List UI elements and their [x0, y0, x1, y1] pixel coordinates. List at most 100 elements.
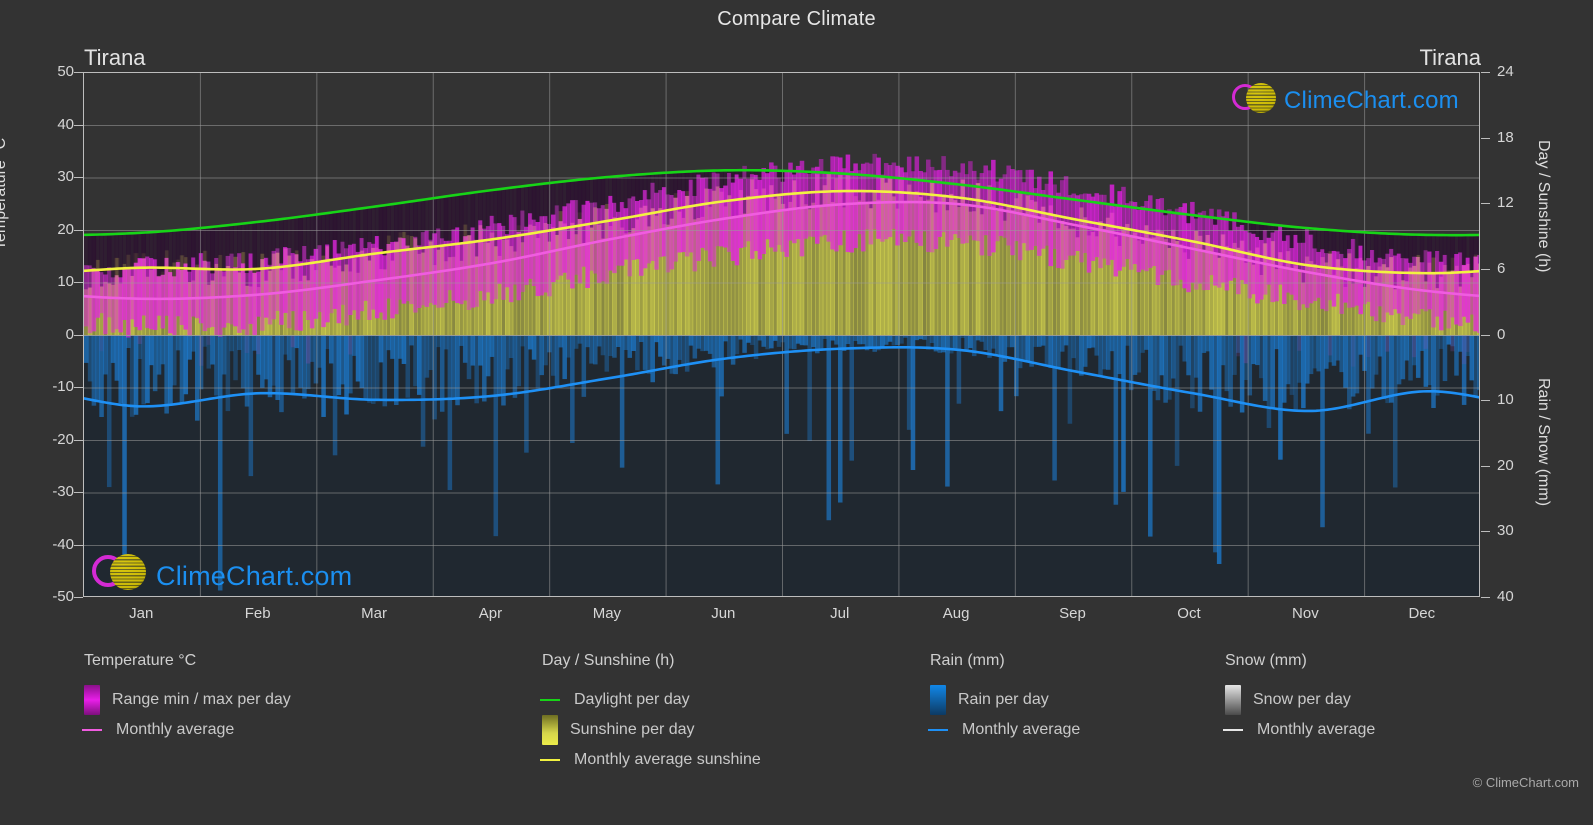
left-axis-tickmark: [74, 544, 83, 546]
right-bottom-axis-tick: 20: [1497, 456, 1514, 474]
left-axis-tick: -40: [52, 535, 74, 553]
left-axis-tickmark: [74, 334, 83, 336]
left-axis-tickmark: [74, 229, 83, 231]
right-axis-tickmark: [1481, 334, 1490, 336]
climate-plot-area: [83, 72, 1480, 597]
right-top-axis-tick: 12: [1497, 194, 1514, 212]
legend-item-snow-per-day[interactable]: Snow per day: [1225, 685, 1375, 715]
left-axis-tick: 50: [57, 63, 74, 80]
watermark-text: ClimeChart.com: [1284, 87, 1459, 114]
right-bottom-axis-tick: 10: [1497, 391, 1514, 409]
legend-item-daylight[interactable]: Daylight per day: [540, 685, 761, 715]
x-axis-tick: Jul: [830, 605, 850, 622]
left-axis-tick: 10: [57, 273, 74, 290]
legend-swatch-sunshine: [542, 715, 558, 745]
legend-swatch-wrap: [82, 729, 104, 731]
legend-snow: Snow (mm) Snow per day Monthly average: [1223, 652, 1376, 745]
left-axis-tickmark: [74, 387, 83, 388]
left-axis-tick: -50: [52, 588, 74, 605]
legend-swatch-temp-range: [84, 685, 100, 715]
right-axis-tickmark: [1481, 137, 1490, 139]
legend-item-temp-range[interactable]: Range min / max per day: [84, 685, 291, 715]
right-axis-tickmark: [1481, 597, 1490, 598]
right-top-axis-tick: 6: [1497, 259, 1506, 277]
right-axis-tickmark: [1481, 203, 1490, 205]
right-axis-tickmark: [1481, 72, 1490, 73]
legend-swatch-wrap: [928, 729, 950, 731]
legend-label-temp-range: Range min / max per day: [112, 691, 291, 708]
legend-item-avg-sunshine[interactable]: Monthly average sunshine: [540, 745, 761, 775]
legend-swatch-wrap: [1223, 729, 1245, 731]
legend-swatch-avg-sunshine: [540, 759, 560, 761]
right-top-axis-tick: 18: [1497, 128, 1514, 146]
left-axis-tickmark: [74, 492, 83, 493]
x-axis-tick: Dec: [1408, 605, 1436, 622]
legend-swatch-wrap: [540, 759, 562, 761]
legend-label-daylight: Daylight per day: [574, 691, 690, 708]
left-axis-tickmark: [74, 597, 83, 598]
right-axis-tickmark: [1481, 465, 1490, 467]
x-axis-tick: Oct: [1177, 605, 1201, 622]
legend-label-avg-sunshine: Monthly average sunshine: [574, 751, 761, 768]
copyright-notice: © ClimeChart.com: [1472, 775, 1579, 790]
legend-item-sunshine[interactable]: Sunshine per day: [542, 715, 761, 745]
watermark-text: ClimeChart.com: [156, 560, 353, 591]
legend-swatch-temp-average: [82, 729, 102, 731]
x-axis-tick: Jun: [711, 605, 736, 622]
right-axis-tickmark: [1481, 400, 1490, 402]
page-title: Compare Climate: [717, 8, 876, 30]
left-axis-tickmark: [74, 177, 83, 178]
climate-chart-page: Compare Climate Tirana Tirana Temperatur…: [0, 0, 1593, 825]
x-axis-tick: Apr: [478, 605, 503, 622]
left-axis-tickmark: [74, 282, 83, 283]
left-axis-tickmark: [74, 124, 83, 126]
right-bottom-axis-tick: 40: [1497, 588, 1514, 605]
legend-swatch-rain: [930, 685, 946, 715]
legend-label-rain-average: Monthly average: [962, 721, 1081, 738]
city-label-left: Tirana: [84, 45, 146, 70]
legend-label-snow-per-day: Snow per day: [1253, 691, 1351, 708]
left-axis-tick: 0: [65, 325, 74, 343]
left-axis-tick: -30: [52, 483, 74, 500]
legend-label-snow-average: Monthly average: [1257, 721, 1376, 738]
x-axis-tick: Sep: [1059, 605, 1086, 622]
legend-item-rain-average[interactable]: Monthly average: [928, 715, 1081, 745]
legend-day-sunshine: Day / Sunshine (h) Daylight per day Suns…: [540, 652, 761, 775]
right-axis-tickmark: [1481, 531, 1490, 533]
left-axis-tickmark: [74, 72, 83, 73]
legend-title-temperature: Temperature °C: [84, 652, 197, 669]
legend-swatch-wrap: [540, 699, 562, 701]
x-axis-tick: Mar: [361, 605, 387, 622]
left-axis-tick: -20: [52, 430, 74, 448]
right-bottom-axis-tick: 30: [1497, 522, 1514, 540]
left-axis-tick: 30: [57, 168, 74, 185]
left-axis-tickmark: [74, 439, 83, 441]
legend-label-rain-per-day: Rain per day: [958, 691, 1049, 708]
left-axis-tick: 20: [57, 220, 74, 238]
legend-swatch-snow-average: [1223, 729, 1243, 731]
legend-item-temp-average[interactable]: Monthly average: [82, 715, 291, 745]
left-axis-tick: 40: [57, 115, 74, 133]
x-axis-tick: May: [592, 605, 622, 622]
legend-title-rain: Rain (mm): [930, 652, 1005, 669]
legend-swatch-snow: [1225, 685, 1241, 715]
watermark-globe-icon: [110, 554, 146, 590]
x-axis-tick: Jan: [129, 605, 154, 622]
legend-rain: Rain (mm) Rain per day Monthly average: [928, 652, 1081, 745]
plot-svg: [84, 73, 1479, 596]
right-axis-tickmark: [1481, 268, 1490, 270]
legend-title-day-sunshine: Day / Sunshine (h): [542, 652, 675, 669]
watermark-bottom: ClimeChart.com: [92, 552, 352, 600]
watermark-globe-icon: [1246, 83, 1276, 113]
legend-item-rain-per-day[interactable]: Rain per day: [930, 685, 1080, 715]
right-top-axis-tick: 0: [1497, 325, 1506, 343]
x-axis-tick: Aug: [942, 605, 970, 622]
legend-title-snow: Snow (mm): [1225, 652, 1307, 669]
legend-item-snow-average[interactable]: Monthly average: [1223, 715, 1376, 745]
x-axis-tick: Nov: [1292, 605, 1319, 622]
legend-swatch-rain-average: [928, 729, 948, 731]
legend-temperature: Temperature °C Range min / max per day M…: [82, 652, 291, 745]
legend-label-temp-average: Monthly average: [116, 721, 235, 738]
legend-swatch-daylight: [540, 699, 560, 701]
right-top-axis-tick: 24: [1497, 63, 1514, 80]
